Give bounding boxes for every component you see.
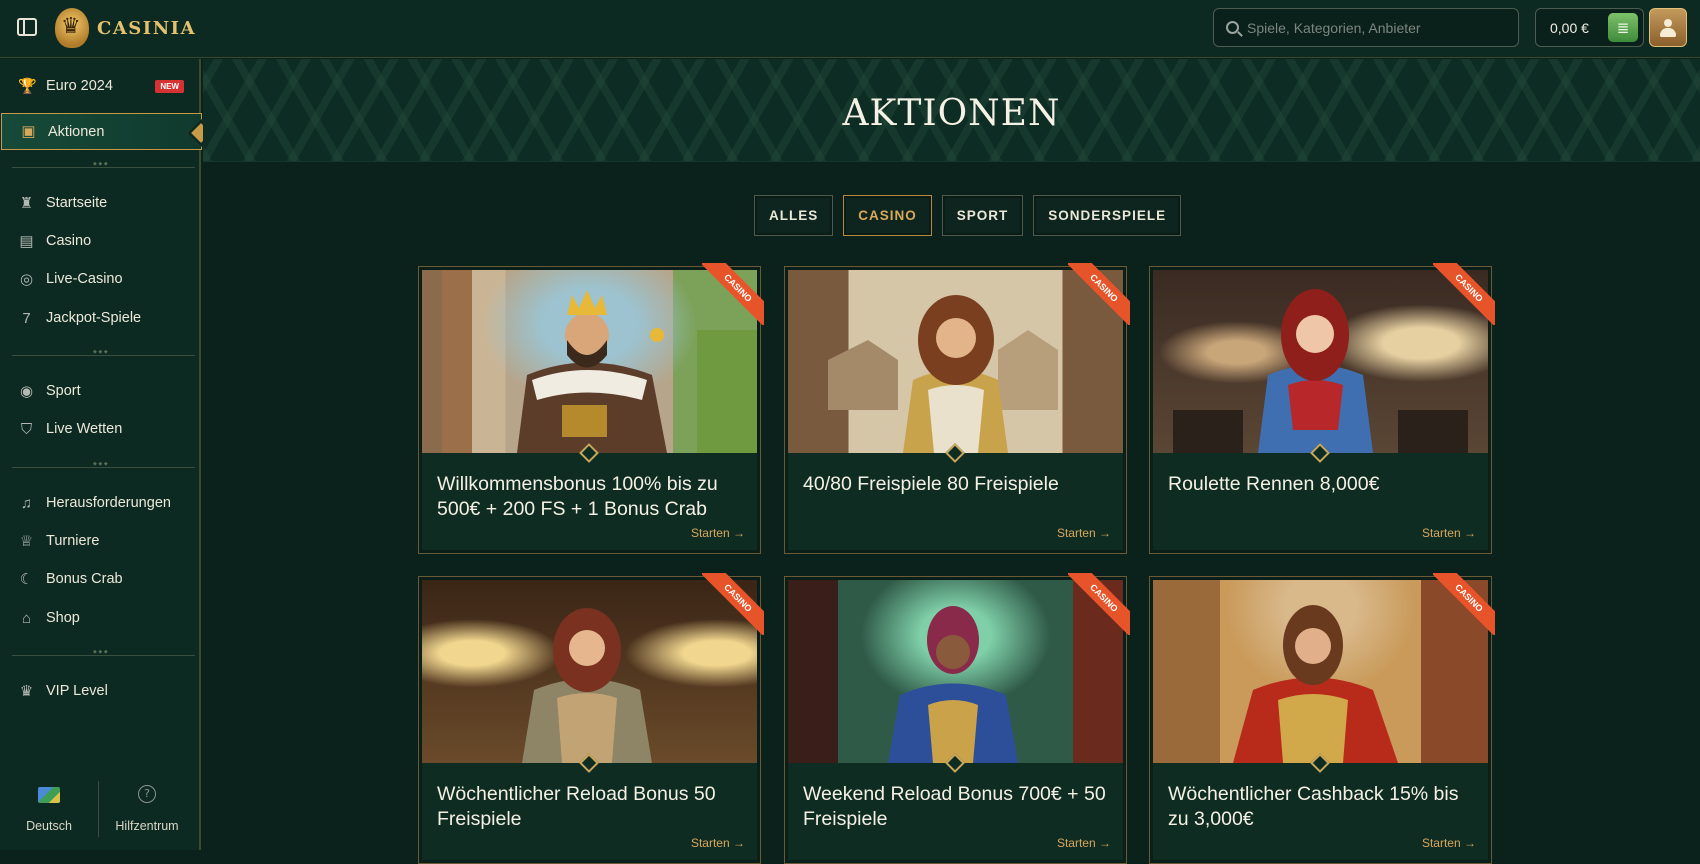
user-icon <box>1660 18 1676 37</box>
balance-amount: 0,00 € <box>1550 19 1589 36</box>
wallet[interactable]: 0,00 € ≣ <box>1535 8 1644 47</box>
start-link[interactable]: Starten → <box>1422 526 1476 540</box>
sidebar-item-sport[interactable]: ◉ Sport <box>0 373 199 409</box>
sidebar-item-label: Startseite <box>46 195 108 211</box>
divider <box>12 349 195 356</box>
language-selector[interactable]: Deutsch <box>16 787 82 834</box>
world-flag-icon <box>38 787 60 803</box>
promo-card[interactable]: CASINO 40/80 Freispiele 80 Freispiele St… <box>784 263 1130 554</box>
tab-alles[interactable]: ALLES <box>754 195 834 236</box>
seven-icon: 7 <box>22 309 31 327</box>
casino-ribbon: CASINO <box>1068 573 1130 635</box>
sidebar-item-live-casino[interactable]: ◎ Live-Casino <box>0 261 199 297</box>
tab-casino[interactable]: CASINO <box>843 195 932 236</box>
bell-icon: ♫ <box>20 494 33 512</box>
promo-card[interactable]: CASINO Wöchentlicher Cashback 15% bis zu… <box>1149 573 1495 864</box>
sidebar-toggle-icon[interactable] <box>17 18 37 36</box>
start-link[interactable]: Starten → <box>1422 836 1476 850</box>
start-link[interactable]: Starten → <box>691 836 745 850</box>
promo-card[interactable]: CASINO Weekend Reload Bonus 700€ + 50 Fr… <box>784 573 1130 864</box>
start-link[interactable]: Starten → <box>1057 526 1111 540</box>
sidebar-item-jackpot-spiele[interactable]: 7 Jackpot-Spiele <box>0 300 199 336</box>
sidebar-item-euro-2024[interactable]: 🏆 Euro 2024 NEW <box>0 68 199 104</box>
sidebar-item-label: Aktionen <box>48 123 105 140</box>
sidebar-item-herausforderungen[interactable]: ♫ Herausforderungen <box>0 485 199 521</box>
sidebar: 🏆 Euro 2024 NEW ▣ Aktionen ♜ Startseite … <box>0 59 202 850</box>
sidebar-item-aktionen[interactable]: ▣ Aktionen <box>1 113 202 150</box>
page-title: AKTIONEN <box>842 93 1061 134</box>
sidebar-item-label: Live Wetten <box>46 421 123 437</box>
sidebar-item-shop[interactable]: ⌂ Shop <box>0 600 199 636</box>
sidebar-item-label: Sport <box>46 383 81 399</box>
promo-title: Weekend Reload Bonus 700€ + 50 Freispiel… <box>803 783 1106 830</box>
slot-machine-icon: ▤ <box>19 232 34 250</box>
search-box[interactable] <box>1213 8 1519 47</box>
roulette-icon: ◎ <box>19 270 34 288</box>
question-mark-icon: ? <box>138 785 156 803</box>
main-content: AKTIONEN ALLES CASINO SPORT SONDERSPIELE… <box>203 59 1700 864</box>
crab-claw-icon: ☾ <box>19 570 34 588</box>
crown-icon: ♛ <box>19 682 34 700</box>
sidebar-item-label: Casino <box>46 233 92 249</box>
logo[interactable]: CASINIA <box>55 8 196 48</box>
sidebar-item-label: Jackpot-Spiele <box>46 310 142 326</box>
sidebar-item-vip-level[interactable]: ♛ VIP Level <box>0 673 199 709</box>
help-label: Hilfzentrum <box>115 819 179 833</box>
casino-ribbon: CASINO <box>1433 573 1495 635</box>
sidebar-item-label: Live-Casino <box>46 271 123 287</box>
divider <box>12 161 195 168</box>
sidebar-item-label: Euro 2024 <box>46 78 113 94</box>
sidebar-item-label: Turniere <box>46 533 100 549</box>
sidebar-item-label: VIP Level <box>46 683 108 699</box>
sidebar-item-live-wetten[interactable]: ⛉ Live Wetten <box>0 411 199 447</box>
promo-title: Wöchentlicher Reload Bonus 50 Freispiele <box>437 783 716 830</box>
soccer-ball-icon: ◉ <box>19 382 34 400</box>
promo-title: 40/80 Freispiele 80 Freispiele <box>803 473 1059 495</box>
tab-sonderspiele[interactable]: SONDERSPIELE <box>1033 195 1182 236</box>
sidebar-item-label: Herausforderungen <box>46 495 171 511</box>
promo-card[interactable]: CASINO Willkommensbonus 100% bis zu 500€… <box>418 263 764 554</box>
search-input[interactable] <box>1247 19 1507 36</box>
hero-banner: AKTIONEN <box>203 59 1700 162</box>
sidebar-item-label: Bonus Crab <box>46 571 123 587</box>
tab-sport[interactable]: SPORT <box>941 195 1024 236</box>
casino-ribbon: CASINO <box>702 573 764 635</box>
search-icon <box>1226 21 1239 34</box>
profile-button[interactable] <box>1649 8 1687 47</box>
promo-title: Willkommensbonus 100% bis zu 500€ + 200 … <box>437 473 718 520</box>
promo-title: Roulette Rennen 8,000€ <box>1168 473 1380 495</box>
language-label: Deutsch <box>26 819 72 833</box>
sidebar-item-bonus-crab[interactable]: ☾ Bonus Crab <box>0 561 199 597</box>
treasure-chest-icon: ▣ <box>21 123 36 140</box>
logo-crest-icon <box>55 8 89 48</box>
new-badge: NEW <box>155 79 184 93</box>
sidebar-item-label: Shop <box>46 610 80 626</box>
divider <box>12 461 195 468</box>
start-link[interactable]: Starten → <box>691 526 745 540</box>
sidebar-item-turniere[interactable]: ♕ Turniere <box>0 523 199 559</box>
promo-title: Wöchentlicher Cashback 15% bis zu 3,000€ <box>1168 783 1459 830</box>
divider <box>12 649 195 656</box>
promo-card[interactable]: CASINO Wöchentlicher Reload Bonus 50 Fre… <box>418 573 764 864</box>
casino-ribbon: CASINO <box>1433 263 1495 325</box>
casino-ribbon: CASINO <box>1068 263 1130 325</box>
help-center-link[interactable]: ? Hilfzentrum <box>108 785 186 834</box>
footer-separator <box>98 781 99 837</box>
top-header: CASINIA 0,00 € ≣ <box>0 0 1700 58</box>
logo-text: CASINIA <box>97 17 197 39</box>
promo-card[interactable]: CASINO Roulette Rennen 8,000€ Starten → <box>1149 263 1495 554</box>
sidebar-item-startseite[interactable]: ♜ Startseite <box>0 185 199 221</box>
casino-ribbon: CASINO <box>702 263 764 325</box>
shop-icon: ⌂ <box>21 609 32 627</box>
filter-tabs: ALLES CASINO SPORT SONDERSPIELE <box>754 195 1182 236</box>
castle-icon: ♜ <box>19 194 34 212</box>
start-link[interactable]: Starten → <box>1057 836 1111 850</box>
shield-icon: ⛉ <box>20 420 33 438</box>
trophy-icon: 🏆 <box>18 77 37 95</box>
cup-icon: ♕ <box>19 532 34 550</box>
sidebar-item-casino[interactable]: ▤ Casino <box>0 223 199 259</box>
deposit-icon[interactable]: ≣ <box>1608 13 1638 42</box>
